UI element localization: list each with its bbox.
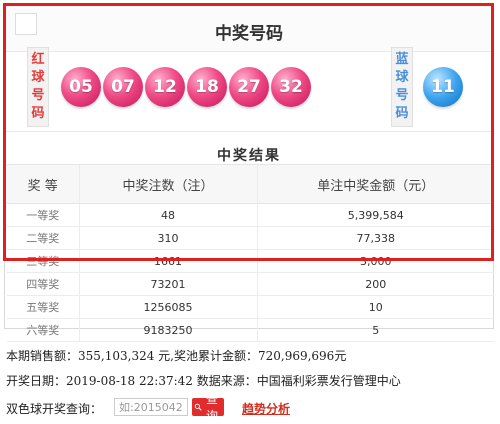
blue-ball: 11 <box>423 67 463 107</box>
panel-header: 中奖号码 <box>5 5 493 52</box>
winner-count: 48 <box>78 203 257 227</box>
prize-level: 六等奖 <box>7 318 79 342</box>
prize-level: 五等奖 <box>7 295 79 319</box>
prize-level: 二等奖 <box>7 226 79 250</box>
prize-amount: 77,338 <box>256 226 494 250</box>
sales-info: 本期销售额：355,103,324 元,奖池累计金额：720,969,696元 <box>6 349 347 363</box>
column-header-level: 奖 等 <box>7 164 79 204</box>
table-row: 三等奖 1661 3,000 <box>7 249 494 273</box>
winner-count: 73201 <box>78 272 257 296</box>
query-label: 双色球开奖查询： <box>6 402 103 416</box>
query-button-label: 查询 <box>206 392 219 423</box>
search-icon <box>194 403 202 411</box>
red-ball: 12 <box>145 67 185 107</box>
prize-amount: 5,399,584 <box>256 203 494 227</box>
winner-count: 1256085 <box>78 295 257 319</box>
results-title: 中奖结果 <box>217 148 281 164</box>
red-ball: 07 <box>103 67 143 107</box>
red-ball: 18 <box>187 67 227 107</box>
prize-table: 奖 等 中奖注数（注） 单注中奖金额（元） 一等奖 48 5,399,584 二… <box>7 164 494 342</box>
column-header-count: 中奖注数（注） <box>78 164 257 204</box>
red-ball: 27 <box>229 67 269 107</box>
issue-search-input[interactable] <box>114 398 188 416</box>
prize-amount: 3,000 <box>256 249 494 273</box>
table-row: 六等奖 9183250 5 <box>7 318 494 342</box>
blue-ball-label: 蓝 球 号 码 <box>391 47 413 127</box>
winner-count: 9183250 <box>78 318 257 342</box>
table-row: 一等奖 48 5,399,584 <box>7 203 494 227</box>
red-ball: 05 <box>61 67 101 107</box>
table-row: 二等奖 310 77,338 <box>7 226 494 250</box>
query-button[interactable]: 查询 <box>192 392 225 423</box>
prize-level: 一等奖 <box>7 203 79 227</box>
red-ball-label: 红 球 号 码 <box>27 47 49 127</box>
winner-count: 1661 <box>78 249 257 273</box>
draw-date-info: 开奖日期：2019-08-18 22:37:42 数据来源：中国福利彩票发行管理… <box>6 374 401 388</box>
prize-level: 四等奖 <box>7 272 79 296</box>
column-header-amount: 单注中奖金额（元） <box>256 164 494 204</box>
prize-amount: 200 <box>256 272 494 296</box>
table-row: 五等奖 1256085 10 <box>7 295 494 319</box>
winner-count: 310 <box>78 226 257 250</box>
prize-amount: 10 <box>256 295 494 319</box>
panel-title: 中奖号码 <box>215 24 283 44</box>
table-row: 四等奖 73201 200 <box>7 272 494 296</box>
prize-amount: 5 <box>256 318 494 342</box>
table-header-row: 奖 等 中奖注数（注） 单注中奖金额（元） <box>7 164 494 204</box>
trend-analysis-link[interactable]: 趋势分析 <box>242 400 290 417</box>
red-ball: 32 <box>271 67 311 107</box>
section-divider <box>5 131 493 132</box>
prize-level: 三等奖 <box>7 249 79 273</box>
